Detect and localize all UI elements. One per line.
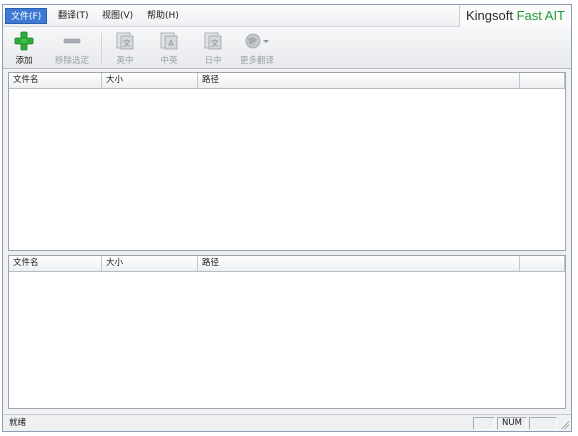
menu-help[interactable]: 帮助(H) — [142, 8, 184, 24]
menu-view[interactable]: 视图(V) — [97, 8, 138, 24]
add-icon — [14, 31, 34, 51]
resize-grip-icon[interactable] — [560, 420, 569, 429]
app-window: 文件(F) 翻译(T) 视图(V) 帮助(H) Kingsoft Fast AI… — [2, 4, 572, 432]
more-translations-button[interactable]: 更多翻译 — [235, 29, 279, 67]
column-extra[interactable] — [520, 256, 565, 271]
column-filename[interactable]: 文件名 — [9, 256, 102, 271]
source-file-list[interactable]: 文件名 大小 路径 — [8, 72, 566, 251]
menu-translate[interactable]: 翻译(T) — [53, 8, 94, 24]
status-text: 就绪 — [9, 418, 27, 428]
column-filename[interactable]: 文件名 — [9, 73, 102, 88]
translate-doc-icon: 文 — [204, 32, 222, 50]
brand-logo: Kingsoft Fast AIT — [459, 5, 571, 27]
add-label: 添加 — [15, 56, 33, 66]
svg-text:A: A — [168, 39, 174, 48]
translate-doc-icon: 文 — [116, 32, 134, 50]
remove-selected-label: 移除选定 — [54, 56, 89, 66]
source-list-header: 文件名 大小 路径 — [9, 73, 565, 89]
column-size[interactable]: 大小 — [102, 256, 198, 271]
status-cell-scroll — [529, 417, 557, 430]
svg-text:文: 文 — [123, 38, 131, 48]
en-zh-button[interactable]: 文 英中 — [107, 29, 143, 67]
ja-zh-label: 日中 — [204, 56, 222, 66]
dropdown-arrow-icon — [263, 40, 269, 43]
remove-selected-button[interactable]: 移除选定 — [47, 29, 97, 67]
minus-icon — [63, 38, 81, 44]
translate-doc-icon: A — [160, 32, 178, 50]
status-cell-num: NUM — [497, 417, 527, 430]
more-translations-label: 更多翻译 — [239, 56, 274, 66]
add-button[interactable]: 添加 — [5, 29, 43, 67]
brand-name: Kingsoft — [466, 8, 517, 23]
zh-en-button[interactable]: A 中英 — [151, 29, 187, 67]
zh-en-label: 中英 — [160, 56, 178, 66]
status-bar: 就绪 NUM — [3, 414, 571, 431]
menu-bar: 文件(F) 翻译(T) 视图(V) 帮助(H) Kingsoft Fast AI… — [3, 5, 571, 27]
column-extra[interactable] — [520, 73, 565, 88]
en-zh-label: 英中 — [116, 56, 134, 66]
toolbar-separator — [101, 33, 102, 63]
menu-file[interactable]: 文件(F) — [5, 8, 48, 24]
svg-text:文: 文 — [211, 38, 219, 48]
column-size[interactable]: 大小 — [102, 73, 198, 88]
result-file-list[interactable]: 文件名 大小 路径 — [8, 255, 566, 409]
brand-product: Fast AIT — [516, 8, 565, 23]
ja-zh-button[interactable]: 文 日中 — [195, 29, 231, 67]
status-cell-caps — [473, 417, 495, 430]
globe-icon — [245, 33, 269, 49]
column-path[interactable]: 路径 — [198, 73, 520, 88]
toolbar: 添加 移除选定 文 英中 A 中英 文 日中 更多翻译 — [3, 27, 571, 69]
result-list-header: 文件名 大小 路径 — [9, 256, 565, 272]
column-path[interactable]: 路径 — [198, 256, 520, 271]
